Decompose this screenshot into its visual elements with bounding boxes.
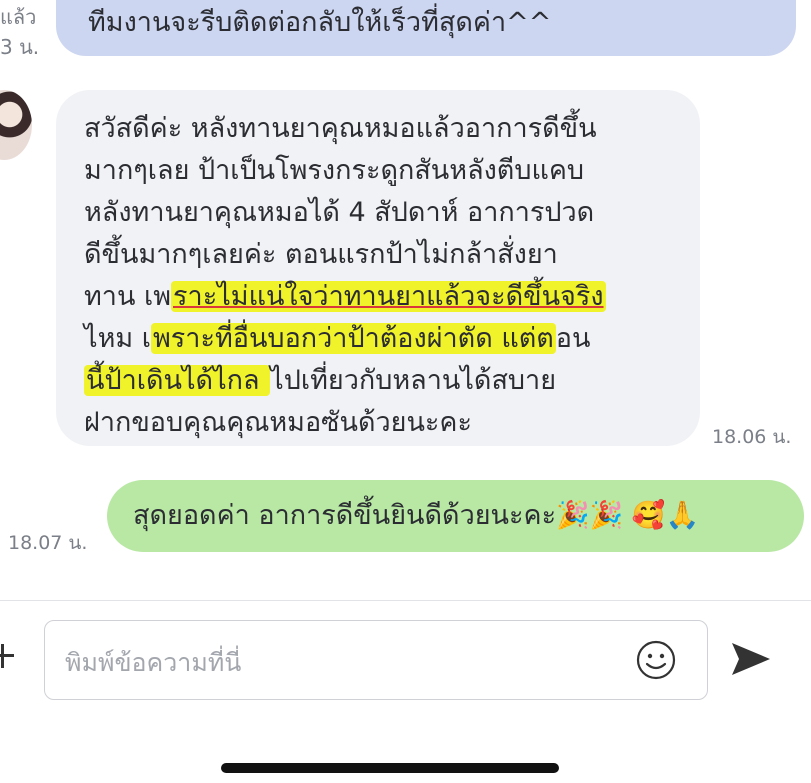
message-text: ไปเที่ยวกับหลานได้สบาย [270, 365, 557, 396]
avatar[interactable] [0, 90, 32, 160]
message-line: ทาน เพราะไม่แน่ใจว่าทานยาแล้วจะดีขึ้นจริ… [84, 276, 700, 318]
home-indicator [221, 763, 559, 773]
message-input-box[interactable] [44, 620, 708, 700]
incoming-message-time: 18.06 น. [712, 426, 792, 448]
message-composer [0, 600, 811, 783]
chat-area: แล้ว 3 น. ทีมงานจะรีบติดต่อกลับให้เร็วที… [0, 0, 811, 600]
message-line: ฝากขอบคุณคุณหมอซันด้วยนะคะ [84, 407, 472, 438]
message-text: ไหม เ [84, 323, 151, 354]
highlighted-text: ราะไม่แน่ใจว่าทานยาแล้วจะดีขึ้นจริง [171, 281, 606, 312]
send-icon[interactable] [728, 639, 774, 679]
read-status-label: แล้ว [0, 5, 37, 29]
message-line: สวัสดีค่ะ หลังทานยาคุณหมอแล้วอาการดีขึ้น [84, 113, 597, 144]
message-text: อน [555, 323, 591, 354]
message-input[interactable] [63, 639, 627, 685]
outgoing-message-time: 18.07 น. [8, 532, 88, 554]
previous-message-text: ทีมงานจะรีบติดต่อกลับให้เร็วที่สุดค่า^^ [88, 7, 552, 38]
outgoing-message-bubble[interactable]: สุดยอดค่า อาการดีขึ้นยินดีด้วยนะคะ🎉🎉 🥰🙏 [107, 480, 804, 552]
previous-message-status: แล้ว 3 น. [0, 2, 39, 62]
previous-message-time: 3 น. [0, 35, 40, 59]
previous-outgoing-bubble[interactable]: ทีมงานจะรีบติดต่อกลับให้เร็วที่สุดค่า^^ [56, 0, 796, 56]
message-line: มากๆเลย ป้าเป็นโพรงกระดูกสันหลังตีบแคบ [84, 155, 585, 186]
plus-icon[interactable] [0, 641, 22, 671]
outgoing-message-text: สุดยอดค่า อาการดีขึ้นยินดีด้วยนะคะ🎉🎉 🥰🙏 [133, 500, 700, 531]
emoji-icon[interactable] [635, 639, 677, 681]
message-line: นี้ป้าเดินได้ไกล ไปเที่ยวกับหลานได้สบาย [84, 360, 700, 402]
highlighted-text: นี้ป้าเดินได้ไกล [84, 365, 271, 396]
message-text: ทาน เพ [84, 281, 172, 312]
message-line: หลังทานยาคุณหมอได้ 4 สัปดาห์ อาการปวด [84, 197, 595, 228]
highlighted-text: พราะที่อื่นบอกว่าป้าต้องผ่าตัด แต่ต [151, 323, 556, 354]
incoming-message-bubble[interactable]: สวัสดีค่ะ หลังทานยาคุณหมอแล้วอาการดีขึ้น… [56, 90, 700, 446]
message-line: ไหม เพราะที่อื่นบอกว่าป้าต้องผ่าตัด แต่ต… [84, 318, 700, 360]
message-line: ดีขึ้นมากๆเลยค่ะ ตอนแรกป้าไม่กล้าสั่งยา [84, 239, 558, 270]
